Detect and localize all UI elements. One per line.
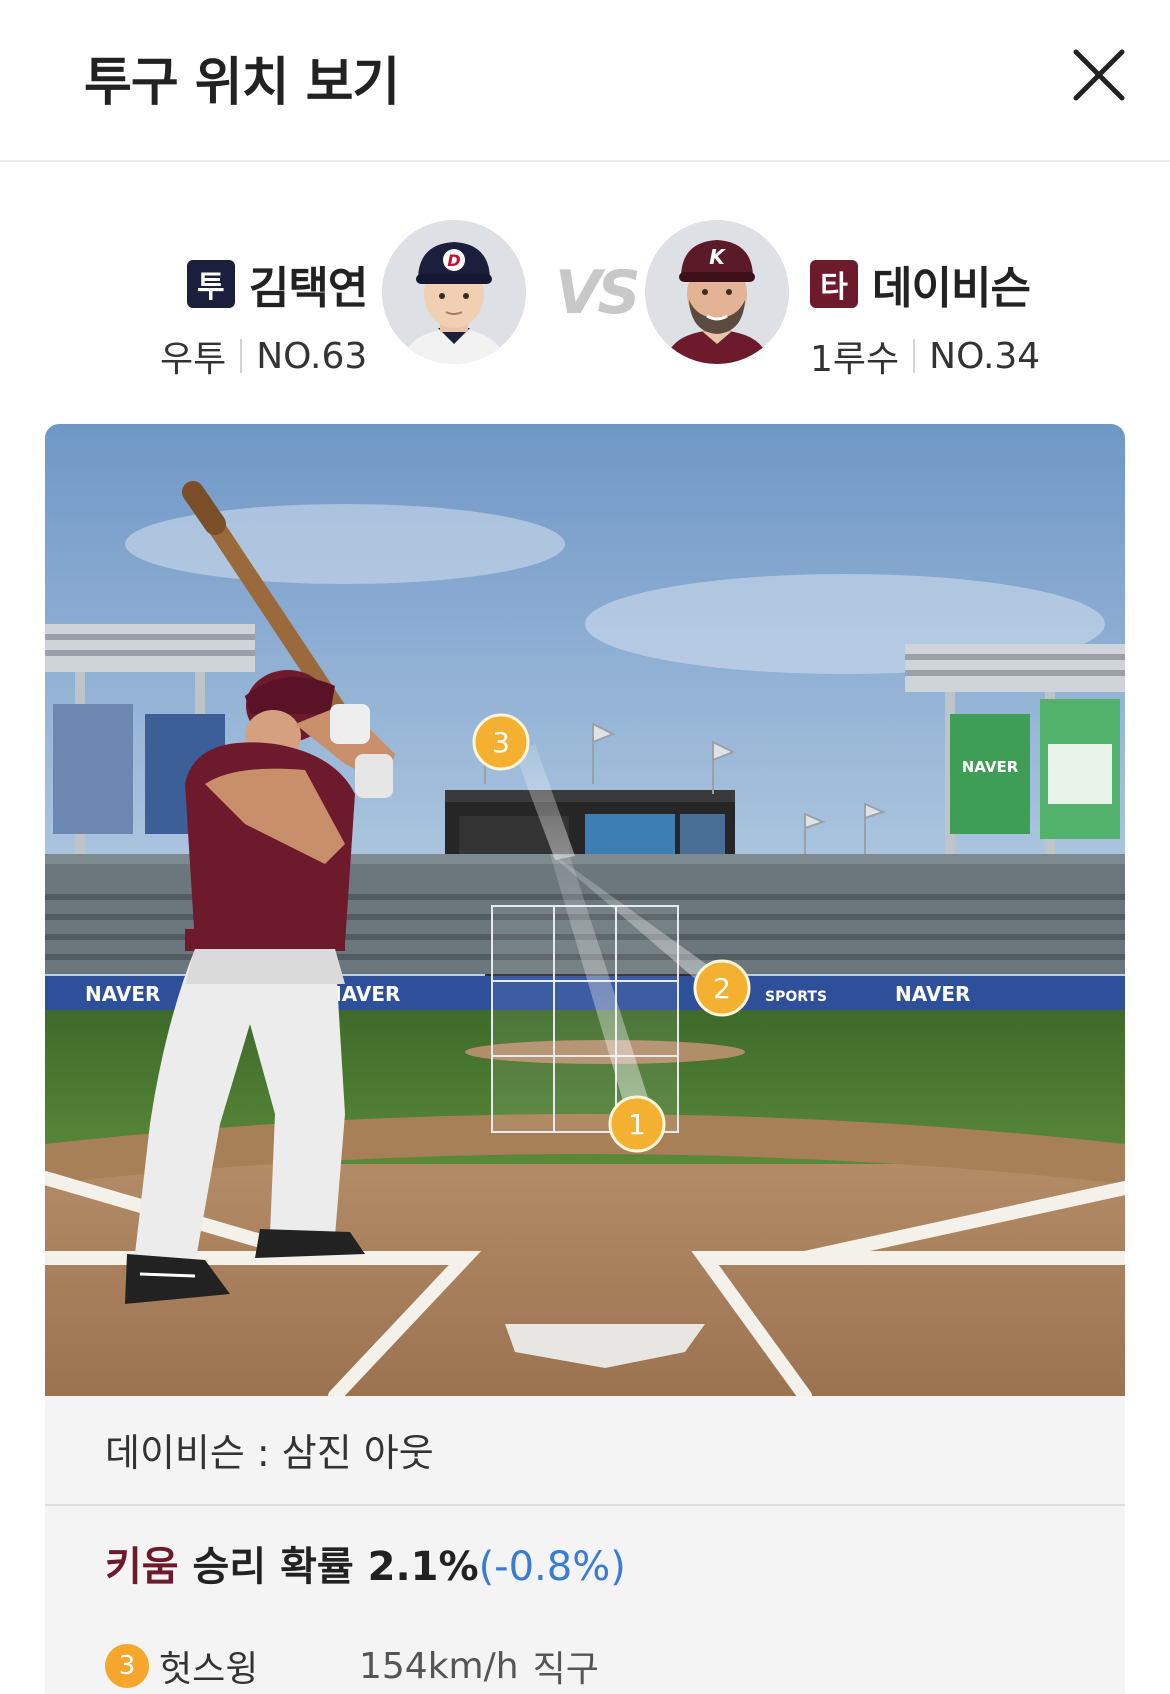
pitcher-cap-letter: D [447,251,460,270]
win-prob-delta: (-0.8%) [478,1544,626,1590]
meta-divider [240,339,243,373]
batter-name[interactable]: 데이비슨 [872,252,1031,316]
pitch-list-item[interactable]: 3 헛스윙 154km/h 직구 [105,1640,599,1692]
win-probability: 키움 승리 확률 2.1%(-0.8%) [105,1534,626,1592]
pitch-marker-3-label: 3 [492,726,510,759]
meta-divider [913,339,916,373]
pitcher-number: NO.63 [256,335,368,377]
pitcher-avatar[interactable]: D [382,220,526,364]
pitch-result: 헛스윙 [159,1649,259,1690]
win-prob-team: 키움 [105,1544,179,1590]
vs-label: VS [555,258,641,328]
pitch-marker-1[interactable]: 1 [608,1095,666,1153]
pitch-marker-3[interactable]: 3 [472,713,530,771]
page-title: 투구 위치 보기 [84,53,400,113]
pitch-marker-2-label: 2 [713,972,731,1005]
matchup: 투 김택연 우투 NO.63 D VS K 타 데이비슨 1루수 NO.34 [0,162,1170,422]
pitch-location-field: NAVER NAVER NAVER SPORTS NAVER 1 2 3 [45,424,1125,1396]
at-bat-result: 데이비슨 : 삼진 아웃 [105,1431,434,1475]
pitch-marker-2[interactable]: 2 [693,959,751,1017]
pitch-marker-1-label: 1 [628,1108,646,1141]
batter-number: NO.34 [929,335,1041,377]
header: 투구 위치 보기 [0,0,1170,162]
cloud [125,504,565,584]
pitch-speed: 154km/h [359,1645,519,1687]
batter-cap-letter: K [709,245,726,269]
pitcher-info: 투 김택연 우투 NO.63 [160,252,368,382]
batter-info: 타 데이비슨 1루수 NO.34 [810,252,1040,382]
win-prob-value: 2.1% [367,1544,479,1590]
close-icon[interactable] [1070,46,1128,104]
wall-text-3: SPORTS [765,989,827,1005]
pitcher-name[interactable]: 김택연 [249,252,368,316]
batter-badge: 타 [810,260,858,308]
batter-position: 1루수 [810,339,900,380]
pitch-number-badge: 3 [105,1644,149,1688]
divider [45,1504,1125,1506]
tower-banner-text: NAVER [962,758,1019,776]
result-panel: 데이비슨 : 삼진 아웃 키움 승리 확률 2.1%(-0.8%) 3 헛스윙 … [45,1396,1125,1694]
wall-text-1: NAVER [85,982,160,1006]
pitcher-throw: 우투 [160,339,227,380]
pitcher-badge: 투 [186,260,235,308]
batter-avatar[interactable]: K [645,220,789,364]
win-prob-label: 승리 확률 [192,1544,354,1590]
wall-text-4: NAVER [895,982,970,1006]
pitch-type: 직구 [532,1649,599,1690]
